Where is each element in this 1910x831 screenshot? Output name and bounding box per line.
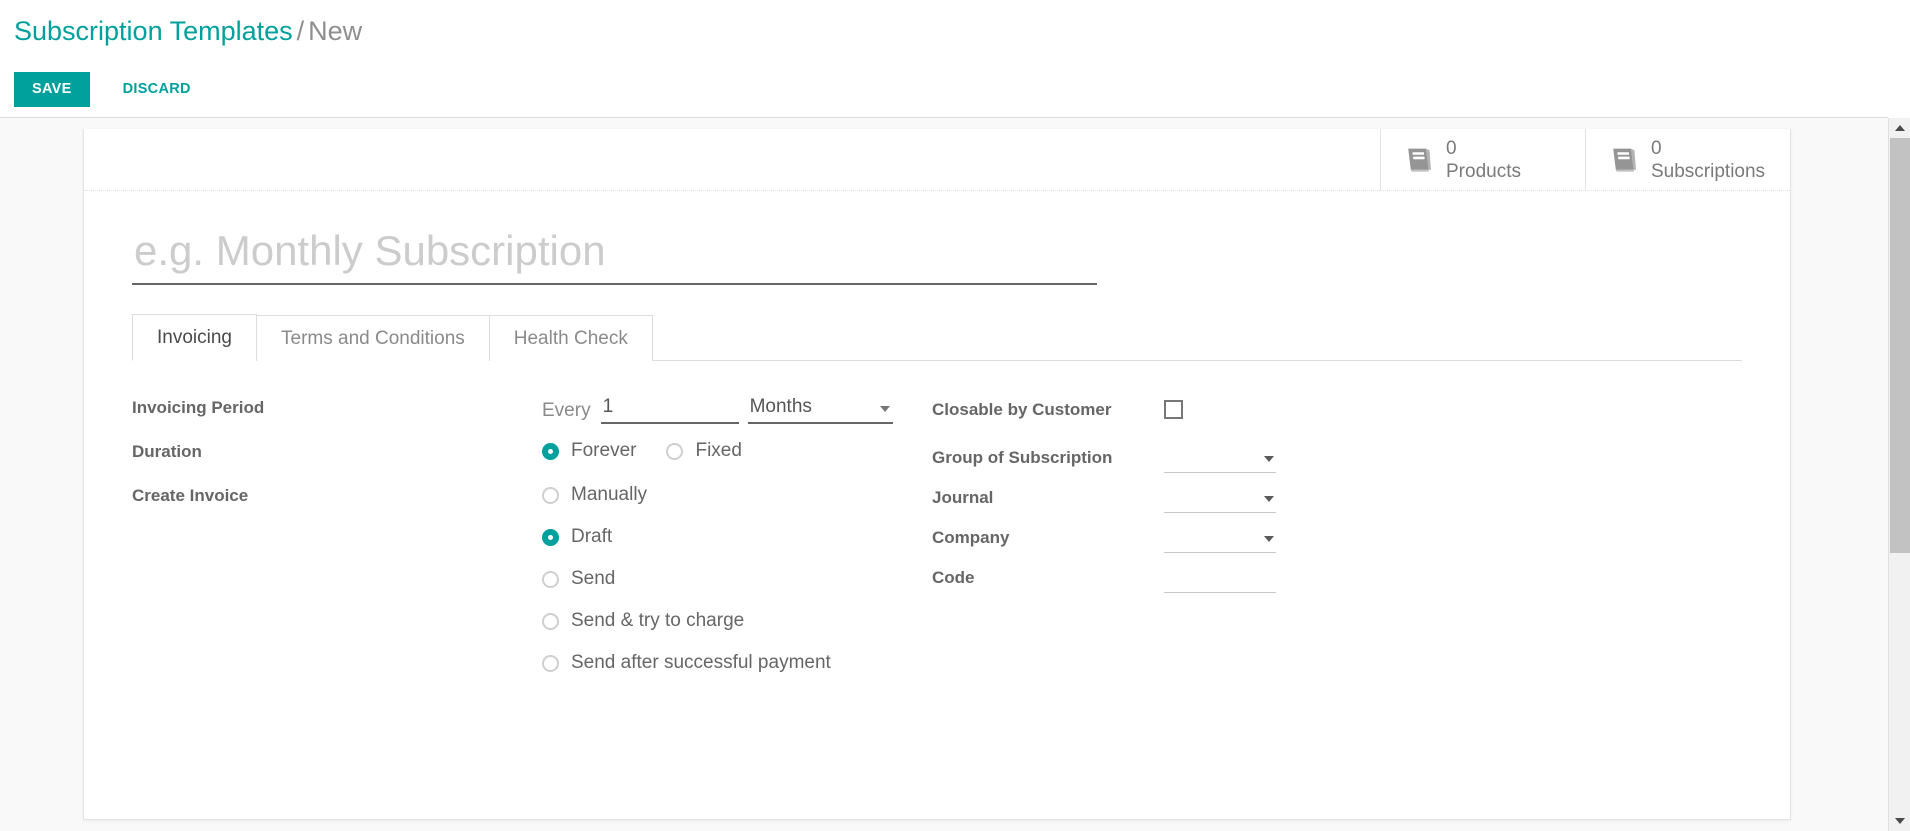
duration-radio-group: Forever Fixed bbox=[542, 439, 772, 463]
radio-label-draft: Draft bbox=[571, 526, 613, 547]
stat-value-products: 0 bbox=[1446, 138, 1457, 159]
chevron-down-icon bbox=[1895, 818, 1905, 824]
control-panel: Subscription Templates / New SAVE DISCARD bbox=[0, 0, 1888, 118]
field-row-company: Company bbox=[932, 525, 1572, 555]
radio-create-invoice-manually[interactable]: Manually bbox=[542, 483, 831, 507]
radio-dot-icon bbox=[542, 612, 559, 630]
input-code[interactable] bbox=[1164, 565, 1276, 593]
radio-label-fixed: Fixed bbox=[695, 440, 742, 461]
radio-label-send-and-charge: Send & try to charge bbox=[571, 610, 745, 631]
radio-label-manually: Manually bbox=[571, 484, 648, 505]
scrollbar-track[interactable] bbox=[1889, 138, 1910, 811]
field-row-journal: Journal bbox=[932, 485, 1572, 515]
input-group-of-subscription[interactable] bbox=[1164, 445, 1276, 473]
breadcrumb-item-subscription-templates[interactable]: Subscription Templates bbox=[14, 16, 293, 46]
stat-label-subscriptions: Subscriptions bbox=[1651, 161, 1766, 182]
breadcrumb-item-current: New bbox=[308, 16, 363, 46]
field-row-duration: Duration Forever Fixed bbox=[132, 439, 932, 469]
field-row-invoicing-period: Invoicing Period Every Months bbox=[132, 395, 932, 425]
book-icon bbox=[1608, 146, 1638, 174]
stat-text: 0 Subscriptions bbox=[1651, 137, 1765, 183]
chevron-down-icon bbox=[1264, 496, 1274, 502]
radio-label-send-after-payment: Send after successful payment bbox=[571, 652, 831, 673]
stat-button-box: 0 Products 0 Subscriptions bbox=[1380, 129, 1790, 191]
input-journal[interactable] bbox=[1164, 485, 1276, 513]
radio-dot-icon bbox=[542, 442, 559, 460]
invoicing-period-unit-select[interactable]: Months bbox=[747, 395, 893, 424]
radio-label-forever: Forever bbox=[571, 440, 637, 461]
radio-duration-fixed[interactable]: Fixed bbox=[666, 439, 742, 463]
radio-create-invoice-send[interactable]: Send bbox=[542, 567, 831, 591]
sheet-topbar: 0 Products 0 Subscriptions bbox=[84, 129, 1790, 191]
field-row-group-of-subscription: Group of Subscription bbox=[932, 445, 1572, 475]
chevron-down-icon bbox=[1264, 536, 1274, 542]
template-name-input[interactable] bbox=[132, 225, 1097, 285]
radio-dot-icon bbox=[542, 486, 559, 504]
form-column-right: Closable by Customer Group of Subscripti… bbox=[932, 395, 1572, 689]
scrollbar-thumb[interactable] bbox=[1890, 138, 1910, 553]
stat-value-subscriptions: 0 bbox=[1651, 138, 1662, 159]
notebook-tab-bar: Invoicing Terms and Conditions Health Ch… bbox=[132, 314, 1742, 361]
control-panel-buttons: SAVE DISCARD bbox=[14, 72, 206, 107]
label-closable-by-customer: Closable by Customer bbox=[932, 400, 1112, 419]
title-row bbox=[132, 225, 1742, 285]
stat-text: 0 Products bbox=[1446, 137, 1521, 183]
field-row-closable-by-customer: Closable by Customer bbox=[932, 397, 1572, 427]
vertical-scrollbar[interactable] bbox=[1888, 118, 1910, 831]
chevron-up-icon bbox=[1895, 125, 1905, 131]
label-invoicing-period: Invoicing Period bbox=[132, 398, 265, 417]
tab-health-check[interactable]: Health Check bbox=[488, 315, 653, 361]
form-column-left: Invoicing Period Every Months Duration bbox=[132, 395, 932, 689]
label-company: Company bbox=[932, 528, 1010, 547]
label-create-invoice: Create Invoice bbox=[132, 486, 249, 505]
book-icon bbox=[1403, 146, 1433, 174]
radio-duration-forever[interactable]: Forever bbox=[542, 439, 636, 463]
checkbox-closable-by-customer[interactable] bbox=[1164, 400, 1183, 419]
radio-dot-icon bbox=[542, 528, 559, 546]
form-sheet: 0 Products 0 Subscriptions e.g. Monthly … bbox=[83, 129, 1791, 820]
tab-terms-and-conditions[interactable]: Terms and Conditions bbox=[256, 315, 490, 361]
invoicing-period-count-input[interactable] bbox=[600, 395, 739, 424]
invoicing-period-widget: Every Months bbox=[542, 395, 893, 424]
tab-invoicing[interactable]: Invoicing bbox=[132, 314, 257, 361]
invoicing-period-unit-value: Months bbox=[749, 396, 812, 417]
breadcrumb: Subscription Templates / New bbox=[14, 14, 362, 48]
sheet-body: Invoicing Terms and Conditions Health Ch… bbox=[84, 191, 1790, 689]
stat-button-products[interactable]: 0 Products bbox=[1380, 129, 1585, 191]
stat-button-subscriptions[interactable]: 0 Subscriptions bbox=[1585, 129, 1790, 191]
scrollbar-down-button[interactable] bbox=[1889, 811, 1910, 831]
label-journal: Journal bbox=[932, 488, 994, 507]
chevron-down-icon bbox=[879, 406, 890, 412]
save-button[interactable]: SAVE bbox=[14, 72, 90, 107]
radio-dot-icon bbox=[542, 654, 559, 672]
chevron-down-icon bbox=[1264, 456, 1274, 462]
label-code: Code bbox=[932, 568, 975, 587]
notebook-page-invoicing: Invoicing Period Every Months Duration bbox=[132, 361, 1742, 689]
scrollbar-up-button[interactable] bbox=[1889, 118, 1910, 138]
form-view: 0 Products 0 Subscriptions e.g. Monthly … bbox=[0, 118, 1888, 831]
radio-dot-icon bbox=[542, 570, 559, 588]
field-row-code: Code bbox=[932, 565, 1572, 595]
label-duration: Duration bbox=[132, 442, 202, 461]
radio-label-send: Send bbox=[571, 568, 616, 589]
field-row-create-invoice: Create Invoice Manually Draft Send Send … bbox=[132, 483, 932, 675]
invoicing-period-prefix: Every bbox=[542, 400, 591, 421]
radio-dot-icon bbox=[666, 442, 684, 460]
radio-create-invoice-send-and-charge[interactable]: Send & try to charge bbox=[542, 609, 831, 633]
input-company[interactable] bbox=[1164, 525, 1276, 553]
stat-label-products: Products bbox=[1446, 161, 1521, 182]
radio-create-invoice-draft[interactable]: Draft bbox=[542, 525, 831, 549]
label-group-of-subscription: Group of Subscription bbox=[932, 448, 1113, 467]
radio-create-invoice-send-after-payment[interactable]: Send after successful payment bbox=[542, 651, 831, 675]
create-invoice-radio-group: Manually Draft Send Send & try to charge… bbox=[542, 483, 831, 675]
discard-button[interactable]: DISCARD bbox=[108, 72, 206, 107]
breadcrumb-separator: / bbox=[296, 16, 305, 46]
